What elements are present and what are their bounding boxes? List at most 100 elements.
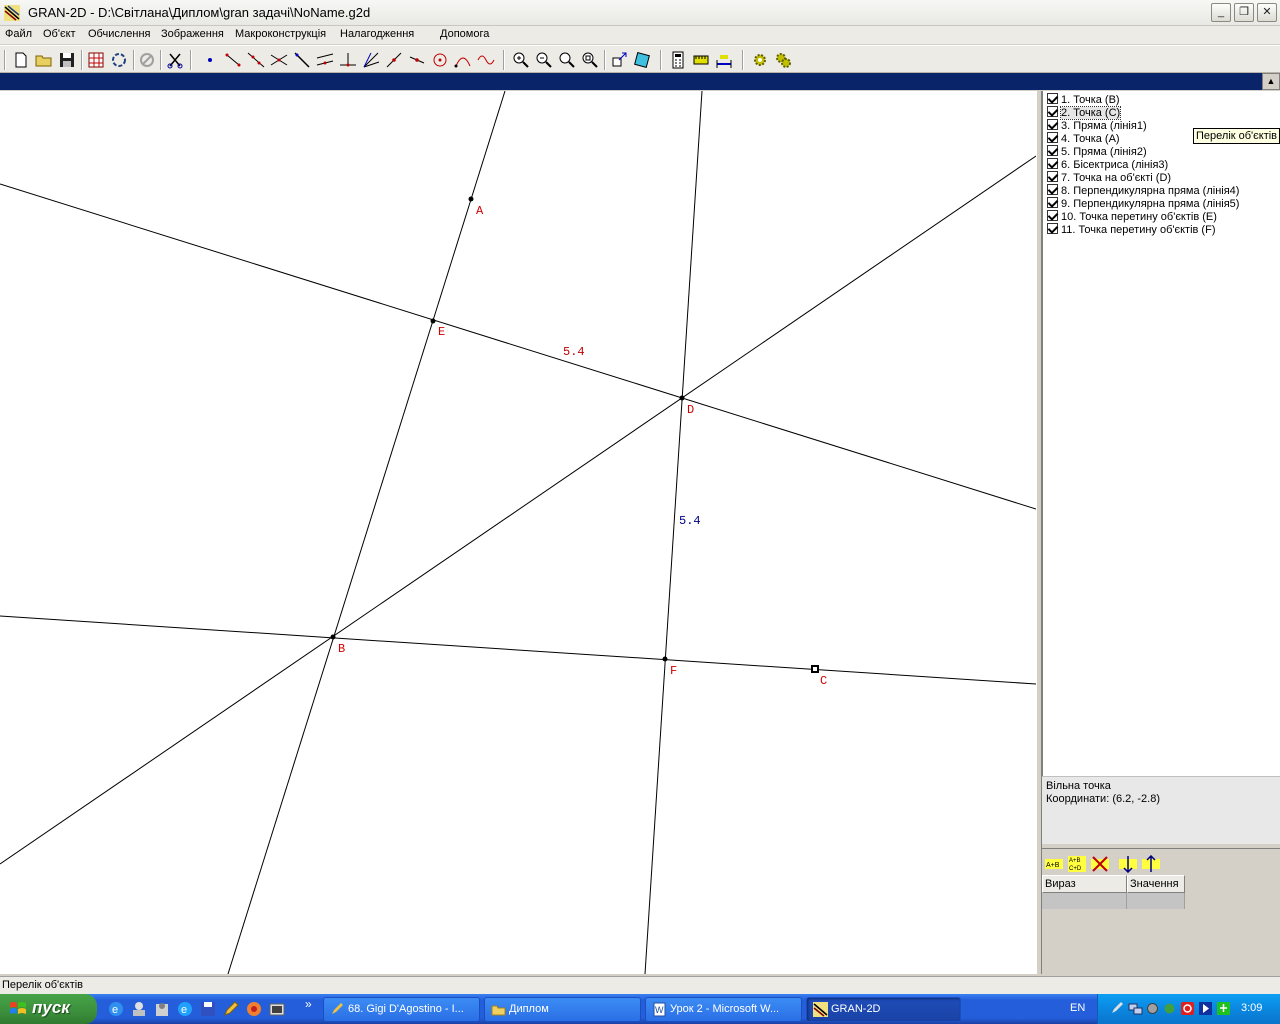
column-header-expression[interactable]: Вираз	[1042, 875, 1127, 893]
point-on-object-icon[interactable]	[384, 50, 404, 70]
antivirus-icon[interactable]	[1180, 1001, 1195, 1016]
visibility-checkbox[interactable]	[1047, 210, 1058, 221]
add-multi-expression-icon[interactable]: A+B C+D	[1067, 855, 1087, 873]
tray-pen-icon[interactable]	[1110, 1001, 1125, 1016]
media-play-icon[interactable]	[1198, 1001, 1213, 1016]
open-folder-icon[interactable]	[34, 50, 54, 70]
object-row[interactable]: 10. Точка перетину об'єктів (E)	[1047, 210, 1217, 223]
macro-run-icon[interactable]	[750, 50, 770, 70]
move-expression-up-icon[interactable]	[1141, 855, 1161, 873]
construction-svg[interactable]: A E D B F C 5.4 5.4	[0, 91, 1036, 974]
visibility-checkbox[interactable]	[1047, 132, 1058, 143]
zoom-icon[interactable]	[557, 50, 577, 70]
recycle-tray-icon[interactable]	[1162, 1001, 1177, 1016]
taskbar-item-gran2d[interactable]: GRAN-2D	[806, 997, 961, 1022]
rotate-tool-icon[interactable]	[632, 50, 652, 70]
point-a[interactable]	[468, 196, 474, 202]
point-tool-icon[interactable]	[200, 50, 220, 70]
object-row[interactable]: 4. Точка (A)	[1047, 132, 1120, 145]
arc-tool-icon[interactable]	[453, 50, 473, 70]
point-b[interactable]	[330, 634, 336, 640]
menu-debug[interactable]: Налагодження	[340, 28, 414, 40]
menu-view[interactable]: Зображення	[161, 28, 224, 40]
menu-calculations[interactable]: Обчислення	[88, 28, 151, 40]
new-file-icon[interactable]	[11, 50, 31, 70]
restore-button[interactable]: ❐	[1234, 3, 1254, 22]
green-tray-icon[interactable]	[1216, 1001, 1231, 1016]
segment-tool-icon[interactable]	[223, 50, 243, 70]
minimize-button[interactable]: _	[1211, 3, 1231, 22]
ie-icon-2[interactable]: e	[176, 1000, 194, 1018]
line-ab[interactable]	[227, 91, 506, 974]
visibility-checkbox[interactable]	[1047, 171, 1058, 182]
ie-icon[interactable]: e	[107, 1000, 125, 1018]
curve-tool-icon[interactable]	[476, 50, 496, 70]
zoom-in-icon[interactable]	[511, 50, 531, 70]
visibility-checkbox[interactable]	[1047, 119, 1058, 130]
parallel-tool-icon[interactable]	[315, 50, 335, 70]
language-indicator[interactable]: EN	[1070, 1002, 1085, 1014]
taskbar-item-folder[interactable]: Диплом	[484, 997, 641, 1022]
cut-icon[interactable]	[165, 50, 185, 70]
zoom-fit-icon[interactable]	[580, 50, 600, 70]
object-row[interactable]: 8. Перпендикулярна пряма (лінія4)	[1047, 184, 1239, 197]
settings-tray-icon[interactable]	[1145, 1001, 1160, 1016]
bisector-line[interactable]	[0, 155, 1036, 865]
calculator-icon[interactable]	[668, 50, 688, 70]
visibility-checkbox[interactable]	[1047, 93, 1058, 104]
menu-help[interactable]: Допомога	[440, 28, 489, 40]
visibility-checkbox[interactable]	[1047, 106, 1058, 117]
macro-settings-icon[interactable]	[773, 50, 793, 70]
menu-object[interactable]: Об'єкт	[43, 28, 76, 40]
line-bc[interactable]	[0, 615, 1036, 685]
move-expression-down-icon[interactable]	[1118, 855, 1138, 873]
line-tool-icon[interactable]	[246, 50, 266, 70]
object-row[interactable]: 11. Точка перетину об'єктів (F)	[1047, 223, 1215, 236]
line-df[interactable]	[644, 91, 703, 974]
line-ed[interactable]	[0, 183, 1036, 510]
paint-icon[interactable]	[245, 1000, 263, 1018]
network-icon[interactable]	[1128, 1001, 1143, 1016]
floppy-icon[interactable]	[199, 1000, 217, 1018]
redraw-icon[interactable]	[109, 50, 129, 70]
object-row[interactable]: 5. Пряма (лінія2)	[1047, 145, 1147, 158]
move-tool-icon[interactable]	[609, 50, 629, 70]
drawing-canvas[interactable]: A E D B F C 5.4 5.4	[0, 91, 1036, 974]
menu-file[interactable]: Файл	[5, 28, 32, 40]
user-icon[interactable]	[130, 1000, 148, 1018]
object-row[interactable]: 3. Пряма (лінія1)	[1047, 119, 1147, 132]
point-f[interactable]	[662, 656, 668, 662]
object-row[interactable]: 1. Точка (B)	[1047, 93, 1120, 106]
object-row[interactable]: 7. Точка на об'єкті (D)	[1047, 171, 1171, 184]
zoom-out-icon[interactable]	[534, 50, 554, 70]
visibility-checkbox[interactable]	[1047, 223, 1058, 234]
ray-tool-icon[interactable]	[292, 50, 312, 70]
visibility-checkbox[interactable]	[1047, 158, 1058, 169]
grid-icon[interactable]	[86, 50, 106, 70]
delete-expression-icon[interactable]	[1090, 855, 1110, 873]
object-row[interactable]: 9. Перпендикулярна пряма (лінія5)	[1047, 197, 1239, 210]
point-e[interactable]	[430, 318, 436, 324]
add-expression-icon[interactable]: A+B	[1044, 855, 1064, 873]
quicklaunch-more[interactable]: »	[305, 997, 323, 1015]
measure-icon[interactable]	[691, 50, 711, 70]
circle-tool-icon[interactable]	[430, 50, 450, 70]
taskbar-item-music[interactable]: 68. Gigi D'Agostino - I...	[323, 997, 480, 1022]
save-icon[interactable]	[57, 50, 77, 70]
visibility-checkbox[interactable]	[1047, 145, 1058, 156]
media-icon[interactable]	[268, 1000, 286, 1018]
perpendicular-tool-icon[interactable]	[338, 50, 358, 70]
collapse-up-icon[interactable]: ▲	[1262, 73, 1280, 90]
column-header-value[interactable]: Значення	[1127, 875, 1185, 893]
point-d[interactable]	[679, 395, 685, 401]
midpoint-tool-icon[interactable]	[407, 50, 427, 70]
object-row[interactable]: 6. Бісектриса (лінія3)	[1047, 158, 1168, 171]
visibility-checkbox[interactable]	[1047, 184, 1058, 195]
expression-cell[interactable]	[1042, 893, 1127, 909]
taskbar-item-word[interactable]: W Урок 2 - Microsoft W...	[645, 997, 802, 1022]
start-button[interactable]: пуск	[0, 994, 97, 1024]
menu-macro[interactable]: Макроконструкція	[235, 28, 326, 40]
pencil-icon[interactable]	[222, 1000, 240, 1018]
close-button[interactable]: ✕	[1257, 3, 1277, 22]
visibility-checkbox[interactable]	[1047, 197, 1058, 208]
